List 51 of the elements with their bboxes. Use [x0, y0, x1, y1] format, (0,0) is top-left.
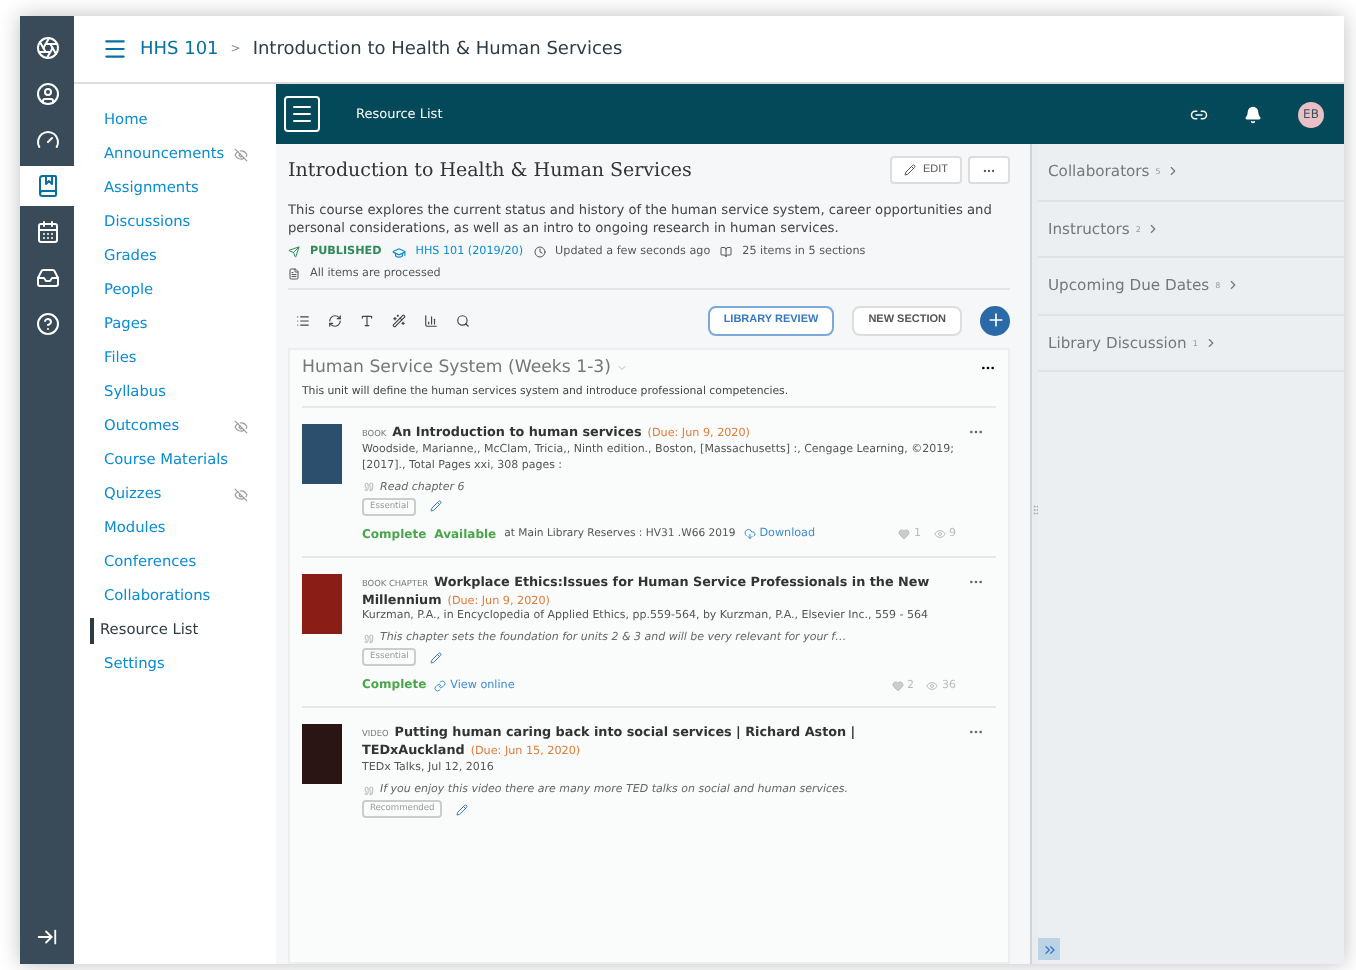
logo-icon [35, 36, 59, 60]
graduation-cap-icon [391, 245, 406, 260]
inbox-icon [35, 266, 59, 290]
quote-icon [364, 633, 374, 644]
pencil-icon[interactable] [456, 803, 469, 816]
breadcrumb-link[interactable]: HHS 101 [140, 39, 219, 59]
chevron-right-icon [1203, 335, 1218, 350]
list-icon[interactable] [296, 313, 310, 328]
breadcrumb-current: Introduction to Health & Human Services [252, 39, 623, 59]
book-icon [35, 174, 59, 198]
menu-icon [290, 102, 314, 126]
menu-icon[interactable] [102, 36, 128, 62]
search-icon[interactable] [456, 313, 470, 328]
gauge-icon [35, 128, 59, 152]
collapse-icon[interactable] [36, 926, 58, 948]
global-nav-item[interactable] [20, 166, 74, 206]
menu-button[interactable] [284, 96, 320, 132]
add-button[interactable] [980, 305, 1010, 336]
cover-placeholder [302, 573, 342, 634]
link-icon[interactable] [1190, 105, 1208, 123]
pencil-icon [904, 164, 917, 176]
send-icon [288, 246, 300, 259]
document-icon [288, 267, 300, 280]
cover-placeholder [302, 423, 342, 484]
chevron-right-icon [1166, 164, 1181, 179]
notification-icon[interactable] [1244, 105, 1262, 123]
chevron-right-icon [1146, 221, 1161, 236]
cloud-download-icon [743, 528, 756, 541]
cover-placeholder [302, 724, 342, 785]
text-icon[interactable] [360, 313, 374, 328]
section-title: Human Service System (Weeks 1-3) [302, 357, 611, 378]
double-chevron-icon [1041, 941, 1057, 957]
user-icon [35, 82, 59, 106]
eye-icon [926, 679, 938, 692]
help-icon [35, 312, 59, 336]
chevron-right-icon [1226, 278, 1241, 293]
link-icon [434, 679, 447, 692]
expand-button[interactable] [1038, 938, 1060, 960]
eye-icon [933, 528, 945, 541]
clock-icon [533, 246, 546, 259]
book-icon [720, 246, 733, 259]
bar-chart-icon[interactable] [424, 313, 438, 328]
quote-icon [364, 482, 374, 493]
wand-icon[interactable] [392, 313, 406, 328]
quote-icon [364, 785, 374, 796]
plus-icon [985, 310, 1005, 331]
list-title: Introduction to Health & Human Services [288, 159, 692, 181]
pencil-icon[interactable] [430, 651, 443, 664]
pencil-icon[interactable] [430, 500, 443, 513]
calendar-icon [35, 220, 59, 244]
refresh-icon[interactable] [328, 313, 342, 328]
